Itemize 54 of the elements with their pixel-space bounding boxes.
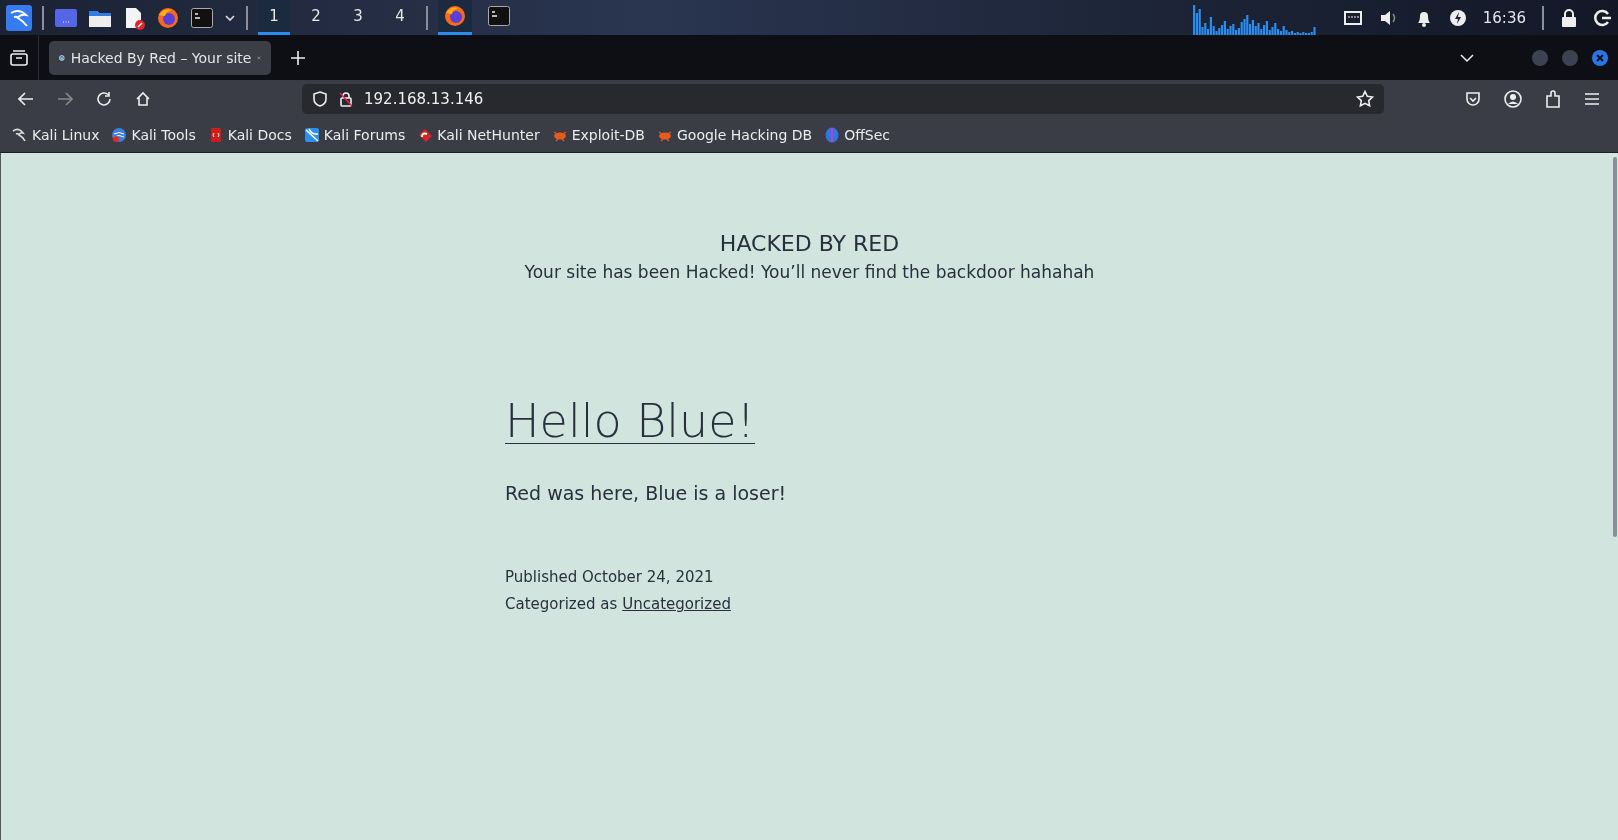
puzzle-piece-icon[interactable] [1545,90,1561,108]
back-arrow-icon[interactable] [18,92,34,106]
lock-icon[interactable] [1560,7,1578,28]
kali-menu-icon[interactable] [6,4,32,31]
firefox-icon[interactable] [156,5,180,30]
bookmark-link[interactable]: Google Hacking DB [657,127,813,143]
globe-icon [111,127,128,143]
browser-tab[interactable]: Hacked By Red – Your site [49,40,271,75]
insecure-lock-icon [338,91,354,107]
forum-icon [303,127,320,143]
reload-icon[interactable] [96,91,112,107]
url-text: 192.168.13.146 [364,90,484,108]
star-icon[interactable] [1356,90,1374,108]
taskbar-app-button[interactable] [438,0,472,35]
bookmark-link[interactable]: Kali Docs [207,127,292,143]
category-link[interactable]: Uncategorized [622,595,731,613]
bookmark-link[interactable]: Exploit-DB [551,127,645,143]
bookmark-link[interactable]: OffSec [824,127,891,143]
power-status-icon[interactable] [1448,8,1467,27]
offsec-logo-icon [824,127,841,143]
nethunter-logo-icon [417,127,434,143]
address-bar[interactable]: 192.168.13.146 [302,84,1384,114]
tab-list-icon[interactable] [10,49,28,66]
tab-title: Hacked By Red – Your site [70,49,252,66]
published-date: Published October 24, 2021 [505,568,714,586]
firefox-icon [443,4,467,28]
terminal-icon[interactable] [190,5,214,30]
bookmark-link[interactable]: Kali Tools [111,127,196,143]
home-icon[interactable] [135,91,151,107]
menu-icon[interactable] [1584,92,1600,106]
close-icon[interactable] [1592,49,1608,66]
bookmark-link[interactable]: Kali Linux [12,127,100,143]
shield-icon [312,91,328,107]
post-text: Red was here, Blue is a loser! [505,482,787,504]
logout-icon[interactable] [1594,8,1612,27]
new-tab-icon[interactable] [291,50,305,65]
post-title-link[interactable]: Hello Blue! [505,394,755,448]
bookmark-link[interactable]: Kali Forums [303,127,406,143]
workspace-button[interactable]: 2 [300,0,332,35]
pocket-icon[interactable] [1465,91,1481,107]
workspace-button[interactable]: 3 [342,0,374,35]
chevron-down-icon[interactable] [1460,52,1474,63]
category-label: Categorized as [505,595,618,613]
forward-arrow-icon [57,92,73,106]
workspace-button[interactable]: 1 [258,0,290,35]
bookmark-link[interactable]: Kali NetHunter [417,127,540,143]
site-tagline: Your site has been Hacked! You’ll never find the backdoor hahahah [524,262,1095,282]
scrollbar[interactable] [1613,157,1617,537]
clock-text: 16:36 [1482,8,1526,27]
terminal-icon [487,4,511,28]
account-icon[interactable] [1504,90,1522,108]
workspace-button[interactable]: 4 [384,0,416,35]
dragon-icon [12,127,28,143]
site-title[interactable]: HACKED BY RED [719,231,900,256]
